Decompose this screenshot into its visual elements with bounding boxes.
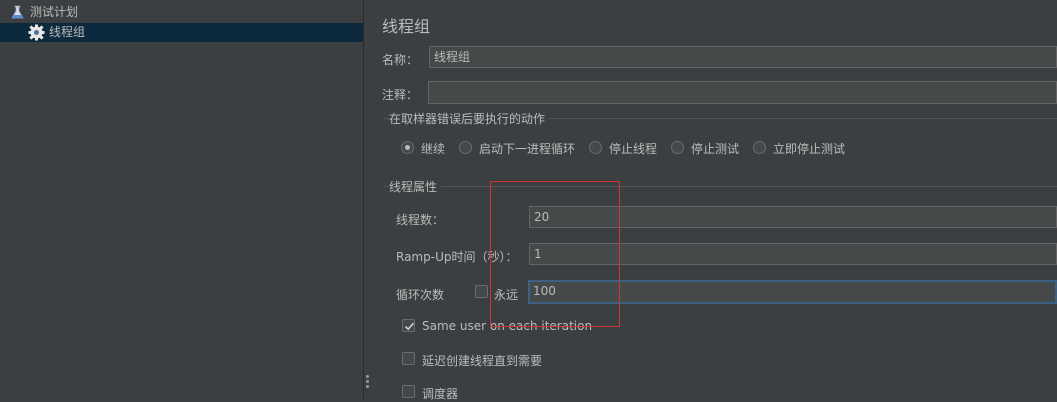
tree-item-label: 线程组 <box>49 25 86 39</box>
loop-count-label: 循环次数 <box>396 288 445 302</box>
name-label: 名称： <box>382 53 419 67</box>
thread-properties-group-title: 线程属性 <box>389 178 442 195</box>
flask-icon <box>10 5 25 20</box>
page-title: 线程组 <box>382 17 431 36</box>
splitter-grip-icon[interactable] <box>366 375 369 390</box>
radio-start-next-loop-label: 启动下一进程循环 <box>479 142 576 156</box>
scheduler-label: 调度器 <box>422 387 459 401</box>
radio-continue[interactable] <box>401 141 414 154</box>
same-user-checkbox[interactable] <box>402 319 415 332</box>
error-action-group-title: 在取样器错误后要执行的动作 <box>389 110 550 127</box>
comment-label: 注释： <box>382 88 419 102</box>
radio-stop-test-now[interactable] <box>753 141 766 154</box>
tree-item-thread-group[interactable]: 线程组 <box>0 23 363 42</box>
radio-stop-thread[interactable] <box>589 141 602 154</box>
tree-item-label: 测试计划 <box>30 5 79 19</box>
radio-stop-test[interactable] <box>671 141 684 154</box>
radio-stop-thread-label: 停止线程 <box>609 142 658 156</box>
annotation-highlight-box <box>490 181 620 327</box>
group-border <box>383 186 1057 187</box>
delay-thread-creation-checkbox[interactable] <box>402 352 415 365</box>
comment-field[interactable] <box>428 81 1057 104</box>
test-plan-tree: 测试计划 线程组 <box>0 0 363 401</box>
name-field[interactable]: 线程组 <box>429 46 1057 68</box>
radio-stop-test-label: 停止测试 <box>691 142 740 156</box>
thread-group-panel: 线程组 名称： 线程组 注释： 在取样器错误后要执行的动作 继续 启动下一进程循… <box>373 0 1057 401</box>
threads-label: 线程数： <box>396 213 445 227</box>
radio-stop-test-now-label: 立即停止测试 <box>773 142 846 156</box>
gear-icon <box>28 24 45 41</box>
radio-continue-label: 继续 <box>421 142 446 156</box>
forever-checkbox[interactable] <box>475 285 488 298</box>
delay-thread-creation-label: 延迟创建线程直到需要 <box>422 354 543 368</box>
radio-start-next-loop[interactable] <box>459 141 472 154</box>
checkmark-icon <box>404 322 415 331</box>
scheduler-checkbox[interactable] <box>402 385 415 398</box>
